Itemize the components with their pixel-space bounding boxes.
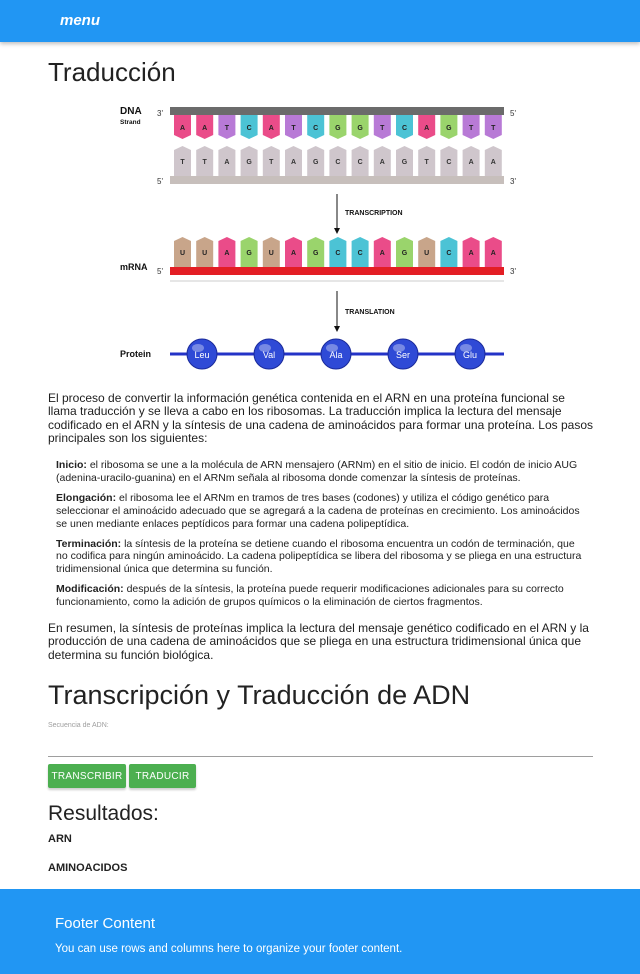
arn-result-label: ARN <box>48 833 72 845</box>
results-heading: Resultados: <box>48 802 159 825</box>
base-letter: C <box>446 250 451 257</box>
base-letter: A <box>224 159 229 166</box>
base-letter: C <box>358 159 363 166</box>
amino-acid-label: Ser <box>396 350 410 360</box>
amino-acid-label: Val <box>263 350 275 360</box>
translate-button[interactable]: TRADUCIR <box>129 764 196 788</box>
step-inicio: Inicio: el ribosoma se une a la molécula… <box>56 459 586 485</box>
dna-bottom-backbone <box>170 176 504 184</box>
transcription-label: TRANSCRIPTION <box>345 210 403 217</box>
base-letter: T <box>180 159 185 166</box>
step-title: Inicio: <box>56 459 87 471</box>
base-letter: C <box>247 125 252 132</box>
base-letter: A <box>202 125 207 132</box>
base-letter: G <box>313 159 319 166</box>
mrna-strand: UUAGUAGCCAGUCAA <box>174 237 502 267</box>
base-letter: G <box>313 250 319 257</box>
base-letter: C <box>335 250 340 257</box>
step-terminacion: Terminación: la síntesis de la proteína … <box>56 538 586 577</box>
dna-top-5prime: 5' <box>510 109 516 118</box>
base-letter: A <box>269 125 274 132</box>
footer-text: You can use rows and columns here to org… <box>55 943 403 955</box>
dna-translation-diagram: DNA Strand 3' 5' A A T C A T C G G T C A G T T T T A G T A G… <box>120 106 516 370</box>
dna-bottom-5prime: 5' <box>157 177 163 186</box>
step-title: Terminación: <box>56 537 122 550</box>
mrna-3prime: 3' <box>510 267 516 276</box>
amino-acid-label: Ala <box>329 350 342 360</box>
base-letter: T <box>425 159 430 166</box>
amino-acid-label: Leu <box>194 350 209 360</box>
translation-steps: Inicio: el ribosoma se une a la molécula… <box>56 459 586 616</box>
step-elongacion: Elongación: el ribosoma lee el ARNm en t… <box>56 492 586 531</box>
mrna-backbone <box>170 267 504 275</box>
transcribe-button[interactable]: TRANSCRIBIR <box>48 764 126 788</box>
amino-acid-label: Glu <box>463 350 477 360</box>
dna-label: DNA <box>120 106 142 117</box>
base-letter: T <box>269 159 274 166</box>
base-letter: A <box>380 250 385 257</box>
base-letter: A <box>224 250 229 257</box>
base-letter: A <box>491 159 496 166</box>
base-letter: A <box>291 250 296 257</box>
base-letter: T <box>203 159 208 166</box>
dna-template-strand: AATCATCGGTCAGTT <box>174 115 502 139</box>
dna-top-backbone <box>170 107 504 115</box>
base-letter: C <box>358 250 363 257</box>
top-navbar: menu <box>0 0 640 42</box>
base-letter: G <box>402 250 408 257</box>
base-letter: T <box>225 125 230 132</box>
base-letter: T <box>491 125 496 132</box>
dna-top-3prime: 3' <box>157 109 163 118</box>
base-letter: C <box>335 159 340 166</box>
strand-label: Strand <box>120 119 141 126</box>
step-title: Elongación: <box>56 491 117 504</box>
base-letter: G <box>446 125 452 132</box>
translation-label: TRANSLATION <box>345 309 395 316</box>
amino-result-label: AMINOACIDOS <box>48 862 128 874</box>
base-letter: A <box>424 125 429 132</box>
base-letter: A <box>469 250 474 257</box>
protein-label: Protein <box>120 349 151 359</box>
mrna-label: mRNA <box>120 262 148 272</box>
base-letter: T <box>291 125 296 132</box>
base-letter: A <box>491 250 496 257</box>
sequence-input-label: Secuencia de ADN: <box>48 722 109 729</box>
base-letter: G <box>246 250 252 257</box>
base-letter: U <box>180 250 185 257</box>
menu-link[interactable]: menu <box>60 12 100 29</box>
base-letter: A <box>469 159 474 166</box>
base-letter: A <box>380 159 385 166</box>
base-letter: A <box>291 159 296 166</box>
step-text: el ribosoma se une a la molécula de ARN … <box>56 459 578 484</box>
mrna-5prime: 5' <box>157 267 163 276</box>
base-letter: U <box>269 250 274 257</box>
summary-paragraph: En resumen, la síntesis de proteínas imp… <box>48 621 589 662</box>
dna-sequence-input[interactable] <box>48 735 593 757</box>
base-letter: G <box>357 125 363 132</box>
footer-title: Footer Content <box>55 915 156 932</box>
step-text: el ribosoma lee el ARNm en tramos de tre… <box>56 491 580 530</box>
footer: Footer Content You can use rows and colu… <box>0 889 640 974</box>
base-letter: T <box>469 125 474 132</box>
base-letter: C <box>313 125 318 132</box>
base-letter: C <box>402 125 407 132</box>
base-letter: U <box>202 250 207 257</box>
base-letter: T <box>380 125 385 132</box>
dna-bottom-3prime: 3' <box>510 177 516 186</box>
base-letter: A <box>180 125 185 132</box>
base-letter: G <box>246 159 252 166</box>
tool-title: Transcripción y Traducción de ADN <box>48 680 471 710</box>
step-text: la síntesis de la proteína se detiene cu… <box>56 537 582 576</box>
dna-coding-strand: TTAGTAGCCAGTCAA <box>174 146 502 176</box>
intro-paragraph: El proceso de convertir la información g… <box>48 391 593 446</box>
page-title: Traducción <box>48 57 176 87</box>
step-title: Modificación: <box>56 583 124 596</box>
step-text: después de la síntesis, la proteína pued… <box>56 583 564 609</box>
base-letter: G <box>402 159 408 166</box>
base-letter: U <box>424 250 429 257</box>
base-letter: G <box>335 125 341 132</box>
step-modificacion: Modificación: después de la síntesis, la… <box>56 583 586 609</box>
base-letter: C <box>446 159 451 166</box>
